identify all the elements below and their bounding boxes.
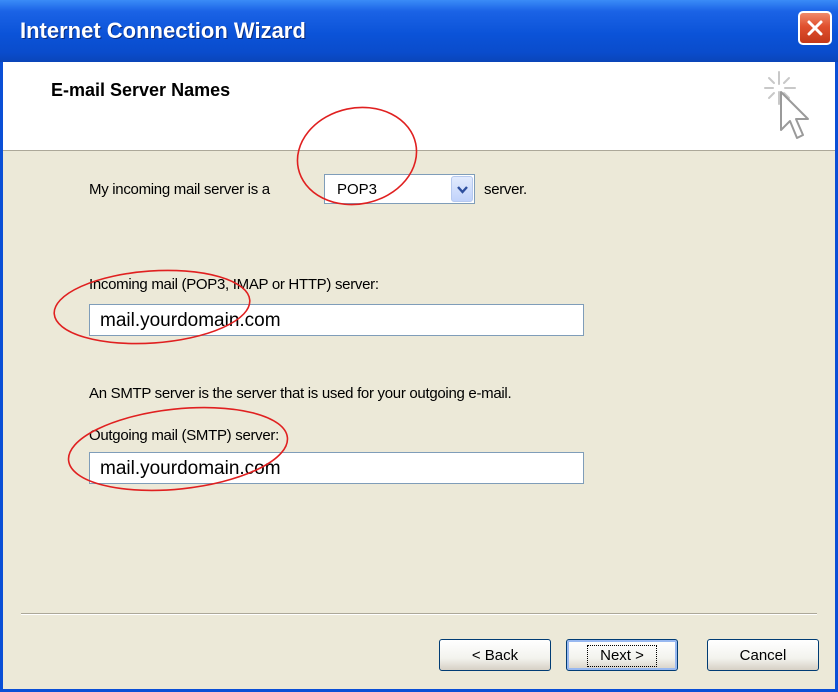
wizard-header: E-mail Server Names: [3, 62, 835, 151]
close-button[interactable]: [798, 11, 832, 45]
chevron-down-icon: [457, 186, 468, 194]
title-bar[interactable]: Internet Connection Wizard: [0, 0, 838, 62]
wizard-window: Internet Connection Wizard E-mail Server…: [0, 0, 838, 692]
server-type-value: POP3: [337, 181, 378, 198]
close-icon: [807, 20, 823, 36]
wizard-content: [3, 151, 835, 689]
incoming-type-suffix: server.: [484, 181, 527, 198]
cancel-button[interactable]: Cancel: [707, 639, 819, 671]
back-button[interactable]: < Back: [439, 639, 551, 671]
wizard-cursor-icon: [764, 71, 809, 139]
server-type-select[interactable]: POP3: [324, 174, 475, 204]
incoming-type-prefix: My incoming mail server is a: [89, 181, 270, 198]
outgoing-server-input[interactable]: mail.yourdomain.com: [89, 452, 584, 484]
footer-divider: [21, 613, 817, 615]
outgoing-server-label: Outgoing mail (SMTP) server:: [89, 427, 279, 444]
incoming-server-input[interactable]: mail.yourdomain.com: [89, 304, 584, 336]
window-title: Internet Connection Wizard: [20, 18, 306, 43]
page-title: E-mail Server Names: [51, 80, 231, 100]
dropdown-button[interactable]: [451, 176, 473, 202]
next-button[interactable]: Next >: [566, 639, 678, 671]
next-button-label: Next >: [587, 645, 657, 667]
incoming-server-label: Incoming mail (POP3, IMAP or HTTP) serve…: [89, 276, 379, 293]
smtp-note: An SMTP server is the server that is use…: [89, 385, 512, 402]
